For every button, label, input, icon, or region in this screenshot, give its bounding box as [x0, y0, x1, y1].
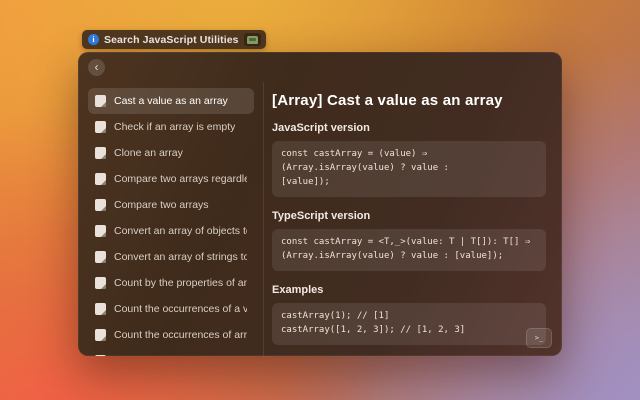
document-icon — [95, 251, 106, 263]
document-icon — [95, 173, 106, 185]
document-icon — [95, 199, 106, 211]
code-text: const castArray = (value) ⇒ (Array.isArr… — [281, 148, 537, 190]
section-heading: TypeScript version — [272, 210, 546, 222]
extension-icon — [247, 36, 258, 44]
code-block[interactable]: castArray(1); // [1] castArray([1, 2, 3]… — [272, 303, 546, 345]
document-icon — [95, 355, 106, 356]
code-block[interactable]: const castArray = <T,_>(value: T | T[]):… — [272, 229, 546, 271]
list-item-label: Convert an array of objects to a... — [114, 225, 247, 237]
detail-section: TypeScript version const castArray = <T,… — [272, 210, 546, 271]
document-icon — [95, 121, 106, 133]
list-item[interactable]: Convert an array of strings to n... — [88, 244, 254, 270]
list-item-label: Count the occurrences of a val... — [114, 303, 247, 315]
list-item-label: Compare two arrays regardless... — [114, 173, 247, 185]
list-item[interactable]: Cast a value as an array — [88, 88, 254, 114]
utilities-list: Cast a value as an array Check if an arr… — [88, 88, 254, 356]
list-item-label: Count by the properties of an a... — [114, 277, 247, 289]
detail-section: JavaScript version const castArray = (va… — [272, 122, 546, 197]
detail-title: [Array] Cast a value as an array — [272, 92, 546, 109]
list-item-label: Compare two arrays — [114, 199, 209, 211]
document-icon — [95, 95, 106, 107]
extension-chip — [244, 33, 261, 46]
section-heading: Examples — [272, 284, 546, 296]
list-item[interactable]: Compare two arrays — [88, 192, 254, 218]
list-item-label: Convert an array of strings to n... — [114, 251, 247, 263]
code-block[interactable]: const castArray = (value) ⇒ (Array.isArr… — [272, 141, 546, 197]
list-item[interactable]: Count the occurrences of a val... — [88, 296, 254, 322]
list-item[interactable]: Clone an array — [88, 140, 254, 166]
document-icon — [95, 329, 106, 341]
detail-pane: [Array] Cast a value as an array JavaScr… — [272, 82, 562, 356]
search-hint-pill[interactable]: i Search JavaScript Utilities — [82, 30, 266, 49]
document-icon — [95, 147, 106, 159]
list-item[interactable]: Convert an array of objects to a... — [88, 218, 254, 244]
list-item[interactable]: Count by the properties of an a... — [88, 270, 254, 296]
document-icon — [95, 225, 106, 237]
list-item[interactable]: Compare two arrays regardless... — [88, 166, 254, 192]
code-text: castArray(1); // [1] castArray([1, 2, 3]… — [281, 310, 537, 338]
detail-sections: JavaScript version const castArray = (va… — [272, 122, 546, 345]
pane-divider — [263, 82, 264, 356]
list-item-label: Clone an array — [114, 147, 183, 159]
search-hint-label: Search JavaScript Utilities — [104, 34, 239, 46]
list-item[interactable]: Count the occurrences of array... — [88, 322, 254, 348]
terminal-button[interactable]: >_ — [526, 328, 552, 348]
document-icon — [95, 277, 106, 289]
section-heading: JavaScript version — [272, 122, 546, 134]
detail-section: Examples castArray(1); // [1] castArray(… — [272, 284, 546, 345]
back-button[interactable]: ‹ — [88, 59, 105, 76]
list-item-label: Check if an array is empty — [114, 121, 235, 133]
list-item-label: Cast a value as an array — [114, 95, 228, 107]
list-item[interactable]: Create an array of cumulative... — [88, 348, 254, 356]
terminal-icon: >_ — [535, 334, 543, 342]
list-item-label: Create an array of cumulative... — [114, 355, 247, 356]
document-icon — [95, 303, 106, 315]
list-item[interactable]: Check if an array is empty — [88, 114, 254, 140]
code-text: const castArray = <T,_>(value: T | T[]):… — [281, 236, 537, 264]
info-icon: i — [88, 34, 99, 45]
raycast-window: ‹ Cast a value as an array Check if an a… — [78, 52, 562, 356]
list-item-label: Count the occurrences of array... — [114, 329, 247, 341]
